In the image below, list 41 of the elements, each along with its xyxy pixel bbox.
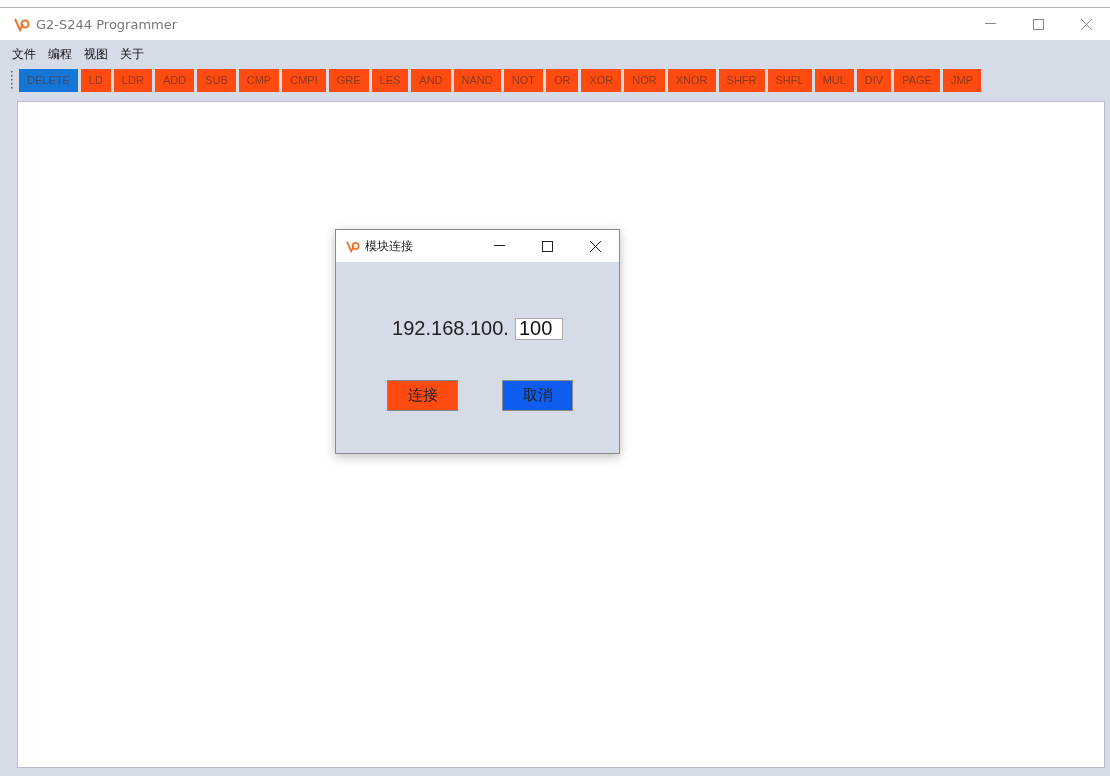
- toolbar-button[interactable]: PAGE: [894, 68, 940, 92]
- toolbar-button[interactable]: LES: [371, 68, 409, 92]
- dialog-title: 模块连接: [365, 237, 413, 255]
- ip-prefix: 192.168.100.: [392, 317, 509, 340]
- close-icon: [589, 240, 601, 252]
- toolbar-button[interactable]: MUL: [814, 68, 854, 92]
- logo-icon: [346, 239, 360, 253]
- toolbar-button[interactable]: CMPI: [282, 68, 326, 92]
- toolbar-button[interactable]: NOT: [503, 68, 543, 92]
- toolbar-button[interactable]: DELETE: [19, 68, 78, 92]
- maximize-icon: [541, 240, 553, 252]
- toolbar-button[interactable]: GRE: [328, 68, 369, 92]
- toolbar-button[interactable]: SUB: [197, 68, 236, 92]
- connect-button[interactable]: 连接: [387, 380, 458, 411]
- toolbar-button[interactable]: NOR: [624, 68, 665, 92]
- close-icon: [1080, 18, 1092, 30]
- toolbar-button[interactable]: SHFR: [718, 68, 765, 92]
- toolbar-button[interactable]: OR: [545, 68, 579, 92]
- toolbar-button[interactable]: JMP: [942, 68, 981, 92]
- toolbar-button[interactable]: DIV: [856, 68, 892, 92]
- toolbar-button[interactable]: AND: [411, 68, 451, 92]
- logo-icon: [14, 16, 30, 32]
- toolbar-button[interactable]: SHFL: [767, 68, 812, 92]
- grip-icon[interactable]: [10, 70, 13, 90]
- menu-item[interactable]: 文件: [12, 45, 36, 63]
- toolbar-button[interactable]: XNOR: [667, 68, 716, 92]
- ip-input-field[interactable]: 100: [514, 317, 563, 340]
- toolbar-button[interactable]: LD: [80, 68, 111, 92]
- menu-item[interactable]: 关于: [120, 45, 144, 63]
- menu-item[interactable]: 视图: [84, 45, 108, 63]
- maximize-icon: [1032, 18, 1044, 30]
- toolbar-button[interactable]: CMP: [238, 68, 280, 92]
- toolbar-button[interactable]: XOR: [581, 68, 622, 92]
- minimize-icon: [984, 23, 996, 25]
- toolbar-button[interactable]: LDR: [113, 68, 152, 92]
- minimize-icon: [493, 245, 505, 247]
- window-title: G2-S244 Programmer: [36, 16, 178, 32]
- toolbar-button[interactable]: ADD: [154, 68, 195, 92]
- menu-item[interactable]: 编程: [48, 45, 72, 63]
- cancel-button[interactable]: 取消: [502, 380, 573, 411]
- toolbar-button[interactable]: NAND: [453, 68, 501, 92]
